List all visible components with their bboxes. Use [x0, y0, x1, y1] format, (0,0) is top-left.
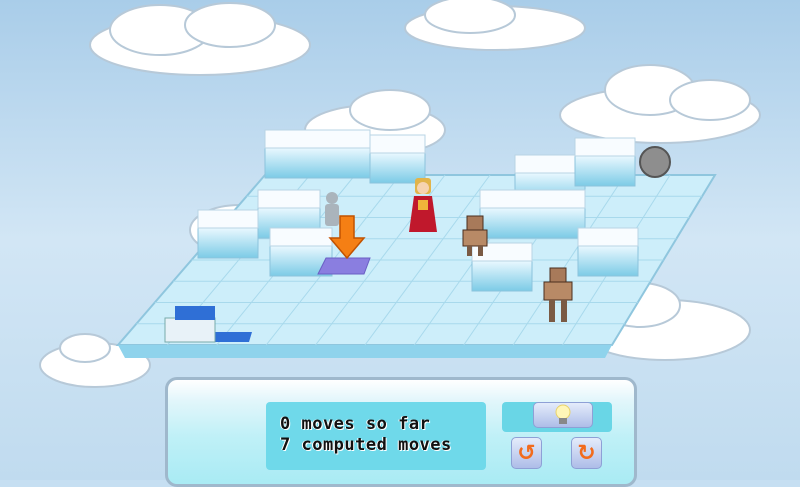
ice-block	[197, 209, 259, 259]
hint-button[interactable]	[533, 402, 593, 428]
boulder[interactable]	[639, 146, 671, 178]
ice-block	[574, 137, 636, 187]
ice-block	[369, 134, 426, 184]
moves-so-far-text: 0 moves so far	[280, 414, 431, 434]
undo-button[interactable]: ↺	[511, 437, 542, 469]
ice-block	[577, 227, 639, 277]
target-tile[interactable]	[317, 257, 371, 275]
move-status-box: 0 moves so far 7 computed moves	[266, 402, 486, 470]
blue-tile[interactable]	[210, 332, 252, 342]
ice-block	[264, 129, 371, 179]
bottom-control-panel: 0 moves so far 7 computed moves ↺ ↻	[165, 377, 637, 487]
computed-moves-text: 7 computed moves	[280, 435, 452, 455]
statue	[325, 192, 339, 226]
lightbulb-icon	[555, 404, 571, 424]
ice-block	[479, 189, 586, 239]
undo-arrow-icon: ↺	[517, 440, 536, 466]
redo-button[interactable]: ↻	[571, 437, 602, 469]
redo-arrow-icon: ↻	[577, 440, 596, 466]
